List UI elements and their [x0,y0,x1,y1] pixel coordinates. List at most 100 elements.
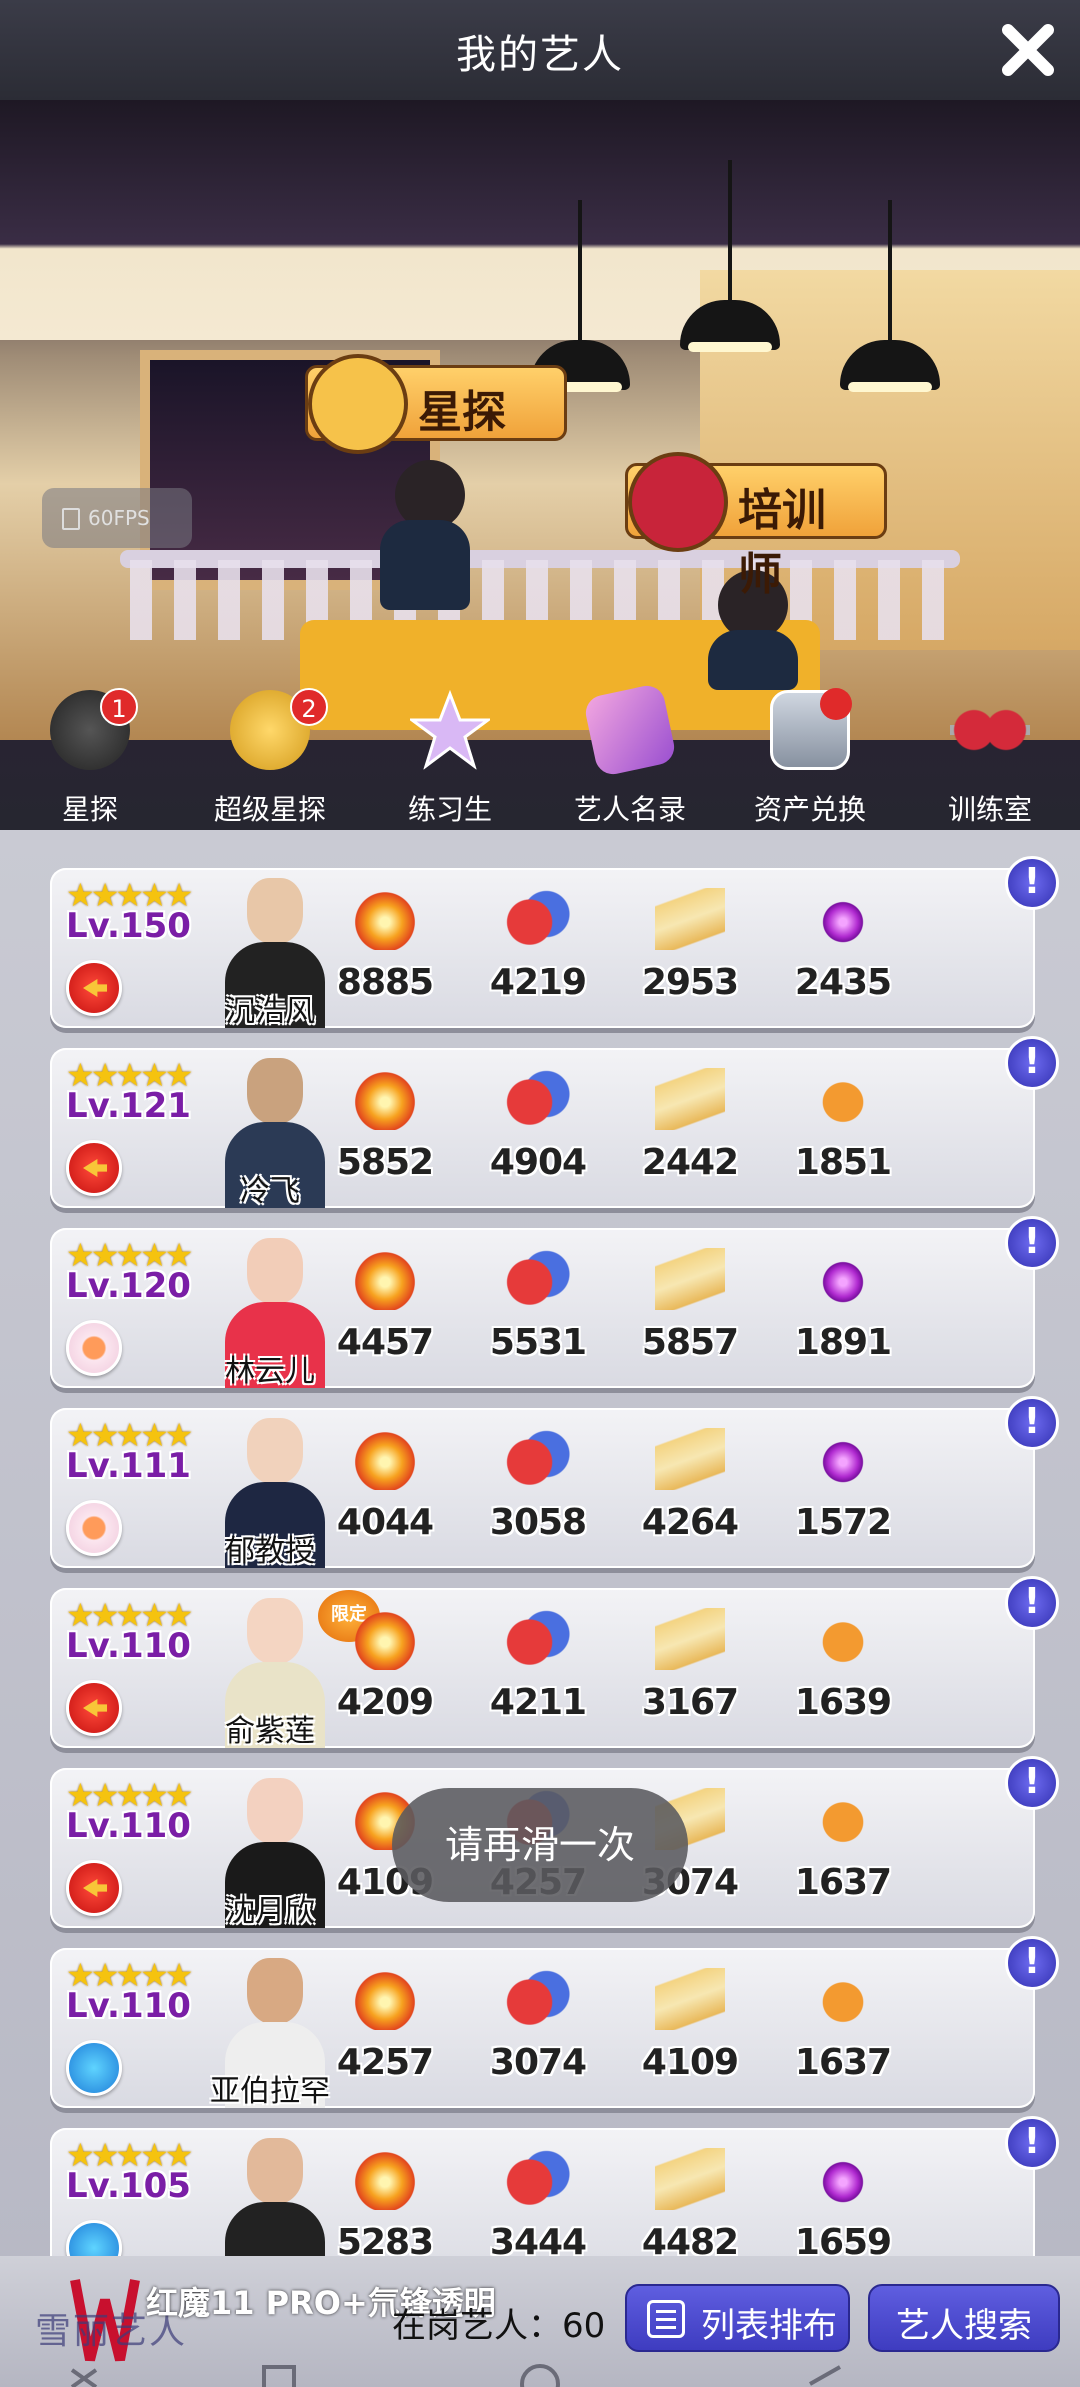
explosion-icon [350,1248,420,1310]
stat-value: 5531 [489,1322,587,1363]
tab-asset-exchange[interactable]: 资产兑换 [720,680,900,830]
tab-training-room[interactable]: 训练室 [900,680,1080,830]
fps-indicator: 60FPS [42,488,192,548]
drama-mask-icon [503,1248,573,1310]
stat: 5857 [615,1248,765,1363]
tab-scout[interactable]: 1 星探 [0,680,180,830]
tab-artist-directory[interactable]: 艺人名录 [540,680,720,830]
stat: 2435 [768,888,918,1003]
disco-ball-icon [808,1248,878,1310]
book-icon [655,1608,725,1670]
tab-label: 艺人名录 [573,793,686,826]
stat-value: 8885 [336,962,434,1003]
nav-triangle-icon [809,2365,841,2386]
drama-mask-icon [503,1608,573,1670]
magazine-icon [582,682,678,778]
star-rating: ★★★★★ [66,1956,193,1994]
dumbbell-icon [950,690,1030,770]
alert-icon[interactable]: ! [1005,856,1059,910]
tab-super-scout[interactable]: 2 超级星探 [180,680,360,830]
alert-icon[interactable]: ! [1005,1756,1059,1810]
stat: 4211 [463,1608,613,1723]
stat: 4904 [463,1068,613,1183]
tab-label: 星探 [61,793,118,826]
alert-icon[interactable]: ! [1005,1396,1059,1450]
tab-trainee[interactable]: 练习生 [360,680,540,830]
scout-tag[interactable]: 星探 [305,354,567,454]
palette-icon [808,1608,878,1670]
stat-value: 1637 [794,1862,892,1903]
stat: 4457 [310,1248,460,1363]
stat-value: 4904 [489,1142,587,1183]
notification-dot [820,688,852,720]
stat: 3444 [463,2148,613,2263]
book-icon [655,1068,725,1130]
stat-value: 2442 [641,1142,739,1183]
palette-icon [808,1068,878,1130]
stat-value: 4257 [336,2042,434,2083]
artist-search-button[interactable]: 艺人搜索 [868,2284,1060,2352]
star-rating: ★★★★★ [66,1056,193,1094]
stat: 1639 [768,1608,918,1723]
stat-value: 3074 [489,2042,587,2083]
class-badge-icon [66,2040,122,2096]
drama-mask-icon [503,1428,573,1490]
class-badge-icon [66,1320,122,1376]
alert-icon[interactable]: ! [1005,1216,1059,1270]
class-badge-icon [66,1860,122,1916]
alert-icon[interactable]: ! [1005,1036,1059,1090]
trainer-tag[interactable]: 培训师 [625,452,887,600]
book-icon [655,888,725,950]
artist-card[interactable]: ★★★★★ Lv.120 林云儿 4457 5531 5857 1891! [50,1216,1059,1389]
office-scene: 星探 培训师 60FPS [0,100,1080,740]
tab-label: 资产兑换 [753,793,866,826]
star-rating: ★★★★★ [66,1596,193,1634]
stat: 5852 [310,1068,460,1183]
toast-message: 请再滑一次 [392,1788,688,1902]
alert-icon[interactable]: ! [1005,2116,1059,2170]
nav-recents-icon [262,2365,296,2387]
artist-card[interactable]: ★★★★★ Lv.111 郁教授 4044 3058 4264 1572! [50,1396,1059,1569]
stat-value: 4211 [489,1682,587,1723]
book-icon [655,1248,725,1310]
stat-value: 3058 [489,1502,587,1543]
stat: 4219 [463,888,613,1003]
close-icon[interactable] [998,20,1058,80]
artist-card[interactable]: ★★★★★ Lv.110 限定 俞紫莲 4209 4211 3167 1639! [50,1576,1059,1749]
artist-card[interactable]: ★★★★★ Lv.110 亚伯拉罕 4257 3074 4109 1637! [50,1936,1059,2109]
drama-mask-icon [503,888,573,950]
artist-card[interactable]: ★★★★★ Lv.150 沉浩风 8885 4219 2953 2435! [50,856,1059,1029]
disco-ball-icon [808,888,878,950]
class-badge-icon [66,1140,122,1196]
notification-badge: 1 [100,688,138,726]
stat-value: 4264 [641,1502,739,1543]
stat-value: 1572 [794,1502,892,1543]
explosion-icon [350,1428,420,1490]
stat: 2442 [615,1068,765,1183]
alert-icon[interactable]: ! [1005,1576,1059,1630]
class-badge-icon [66,1500,122,1556]
level-label: Lv.105 [66,2166,191,2206]
level-label: Lv.110 [66,1806,191,1846]
alert-icon[interactable]: ! [1005,1936,1059,1990]
stat-value: 3167 [641,1682,739,1723]
stat: 1851 [768,1068,918,1183]
explosion-icon [350,2148,420,2210]
stat: 1891 [768,1248,918,1363]
class-badge-icon [66,960,122,1016]
artist-count: 在岗艺人：60 [392,2298,605,2347]
level-label: Lv.110 [66,1626,191,1666]
star-rating: ★★★★★ [66,1416,193,1454]
stat: 3074 [463,1968,613,2083]
star-rating: ★★★★★ [66,1236,193,1274]
book-icon [655,1428,725,1490]
list-icon [647,2300,685,2338]
artist-search-label: 艺人搜索 [896,2306,1032,2346]
scout-tag-label: 星探 [418,387,506,438]
count-label: 在岗艺人： [392,2306,562,2346]
dumbbell-icon [628,452,728,552]
explosion-icon [350,1068,420,1130]
artist-card[interactable]: ★★★★★ Lv.121 冷飞 5852 4904 2442 1851! [50,1036,1059,1209]
list-layout-button[interactable]: 列表排布 [625,2284,850,2352]
page-title: 我的艺人 [456,32,624,78]
